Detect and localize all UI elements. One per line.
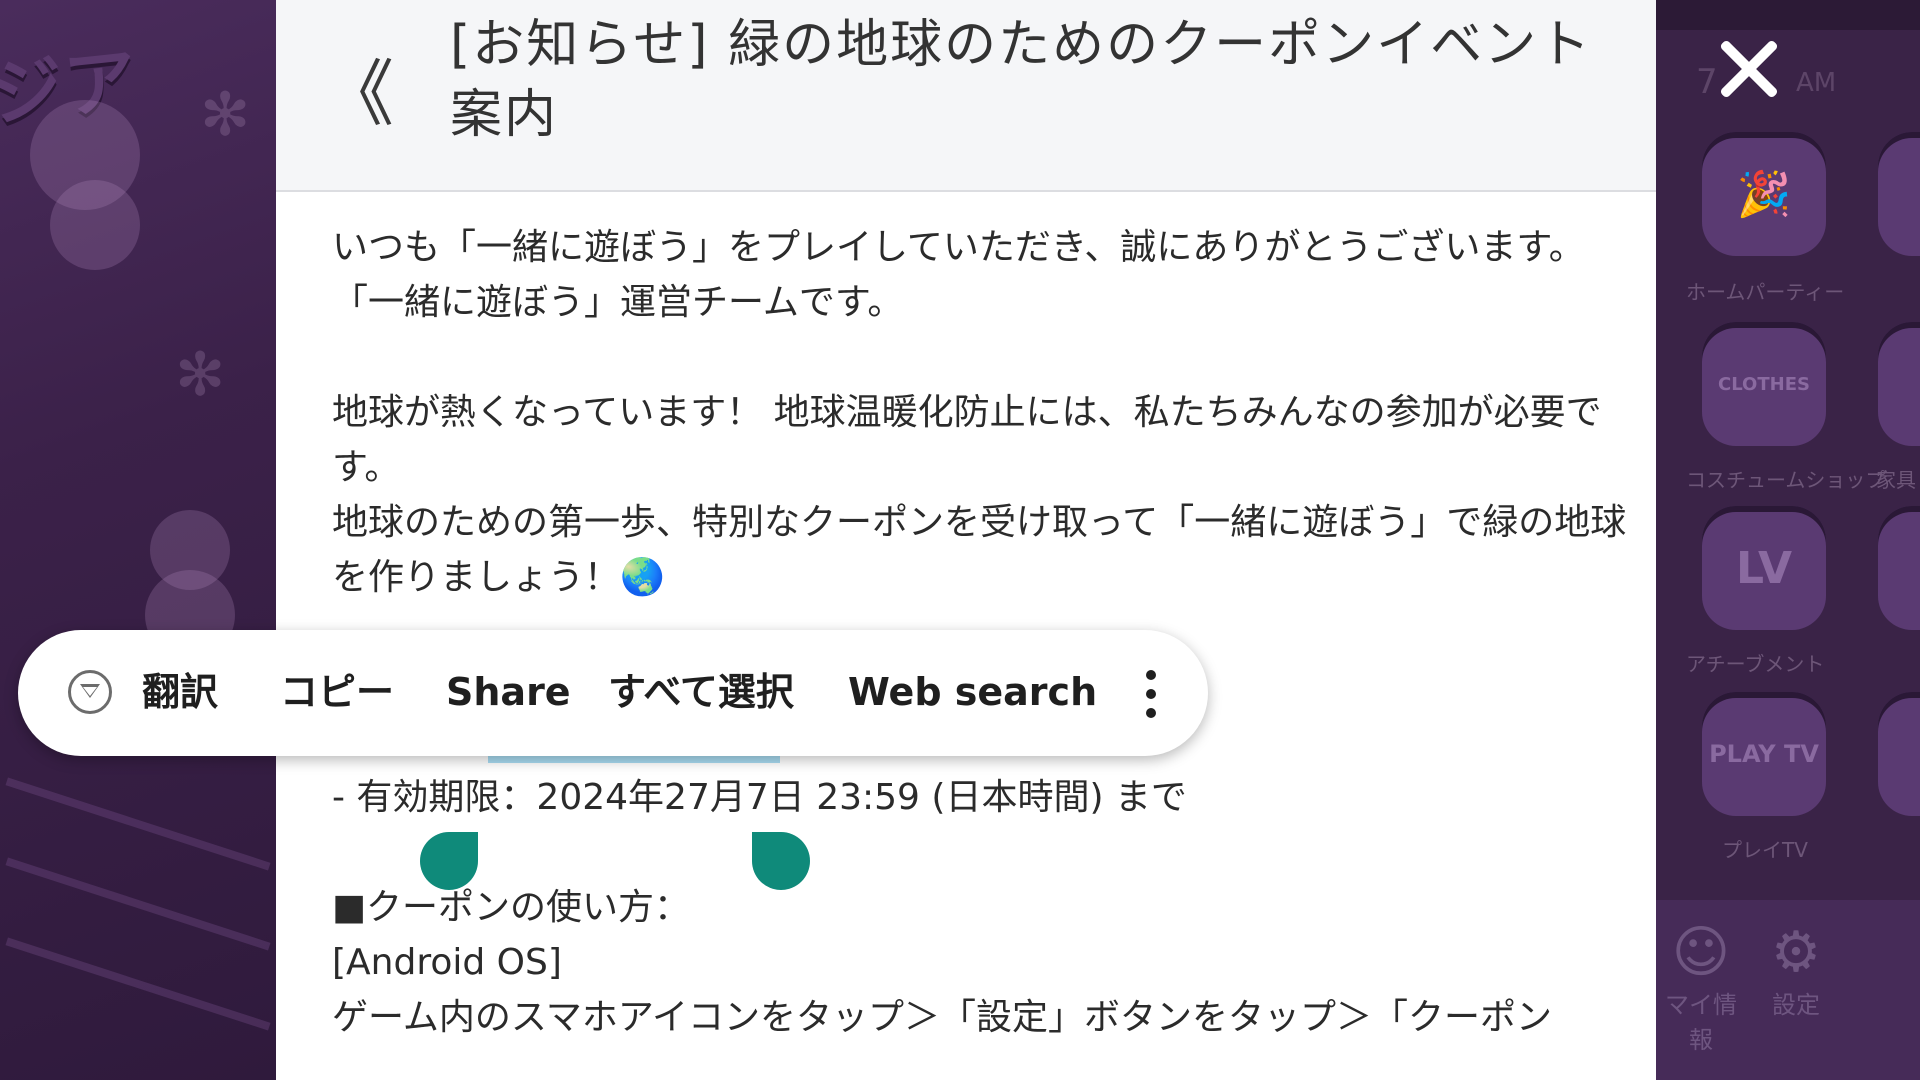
snowflake-icon: ✻ <box>175 340 226 410</box>
back-button[interactable]: 《 <box>322 58 394 130</box>
clothes-shop-icon: CLOTHES <box>1718 373 1810 395</box>
peek-app[interactable] <box>1878 322 1920 446</box>
floor-stripe <box>5 937 271 1031</box>
clock-ampm: AM <box>1796 68 1837 98</box>
more-options-icon[interactable] <box>1144 670 1158 718</box>
play-tv-app[interactable]: PLAY TV <box>1702 692 1826 816</box>
play-tv-icon: PLAY TV <box>1709 740 1819 768</box>
web-search-button[interactable]: Web search <box>848 668 1097 716</box>
snowman-decoration <box>50 180 140 270</box>
floor-stripe <box>5 777 271 871</box>
selection-handle-start[interactable] <box>420 832 478 890</box>
close-icon[interactable] <box>1716 36 1780 100</box>
selection-handle-end[interactable] <box>752 832 810 890</box>
bottom-nav: ☺ マイ情報 ⚙ 設定 <box>1656 900 1920 1080</box>
person-icon: ☺ <box>1671 920 1731 985</box>
achievement-app[interactable]: LV <box>1702 506 1826 630</box>
translate-icon[interactable] <box>68 670 112 714</box>
body-text: 「一緒に遊ぼう」運営チームです。 <box>332 282 904 323</box>
party-hat-icon: 🎉 <box>1736 169 1792 220</box>
app-label: コスチュームショップ <box>1686 468 1886 492</box>
notice-panel: 《 [お知らせ] 緑の地球のためのクーポンイベント案内 いつも「一緒に遊ぼう」を… <box>276 0 1656 1080</box>
background-right: 7 AM 🎉 ホームパーティー CLOTHES コスチュームショップ LV アチ… <box>1656 0 1920 1080</box>
app-label: ホームパーティー <box>1686 280 1845 304</box>
costume-shop-app[interactable]: CLOTHES <box>1702 322 1826 446</box>
panel-header: 《 [お知らせ] 緑の地球のためのクーポンイベント案内 <box>276 0 1656 192</box>
body-text: 地球が熱くなっています！ 地球温暖化防止には、私たちみんなの参加が必要です。 <box>332 392 1602 488</box>
app-label: アチーブメント <box>1686 652 1825 676</box>
app-label: プレイTV <box>1722 838 1808 862</box>
text-selection-toolbar: 翻訳 コピー Share すべて選択 Web search <box>18 630 1208 756</box>
nav-my-info[interactable]: ☺ マイ情報 <box>1656 920 1746 1055</box>
peek-app[interactable] <box>1878 132 1920 256</box>
gear-icon: ⚙ <box>1770 920 1822 985</box>
home-party-app[interactable]: 🎉 <box>1702 132 1826 256</box>
peek-app[interactable] <box>1878 692 1920 816</box>
copy-button[interactable]: コピー <box>280 668 394 716</box>
body-text: 地球のための第一歩、特別なクーポンを受け取って「一緒に遊ぼう」で緑の地球を作りま… <box>332 502 1627 598</box>
select-all-button[interactable]: すべて選択 <box>608 668 794 716</box>
section-heading: ■クーポンの使い方： <box>332 887 691 928</box>
status-strip <box>1656 0 1920 30</box>
background-left: ジア ✻ ✻ <box>0 0 276 1080</box>
peek-app[interactable] <box>1878 506 1920 630</box>
app-label: 家具 <box>1876 468 1916 492</box>
translate-button[interactable]: 翻訳 <box>142 668 218 716</box>
instruction-text: ゲーム内のスマホアイコンをタップ＞「設定」ボタンをタップ＞「クーポン <box>332 997 1553 1038</box>
page-title: [お知らせ] 緑の地球のためのクーポンイベント案内 <box>450 15 1593 145</box>
expiry-line: - 有効期限：2024年27月7日 23:59 (日本時間) まで <box>332 777 1187 818</box>
floor-stripe <box>5 857 271 951</box>
body-text: いつも「一緒に遊ぼう」をプレイしていただき、誠にありがとうございます。 <box>332 227 1585 268</box>
nav-label: 設定 <box>1772 991 1820 1019</box>
clock-hour: 7 <box>1696 62 1718 102</box>
nav-settings[interactable]: ⚙ 設定 <box>1751 920 1841 1020</box>
level-badge-icon: LV <box>1735 542 1793 594</box>
snowflake-icon: ✻ <box>200 80 251 150</box>
nav-label: マイ情報 <box>1665 991 1737 1054</box>
share-button[interactable]: Share <box>446 668 571 716</box>
platform-label: [Android OS] <box>332 942 562 983</box>
